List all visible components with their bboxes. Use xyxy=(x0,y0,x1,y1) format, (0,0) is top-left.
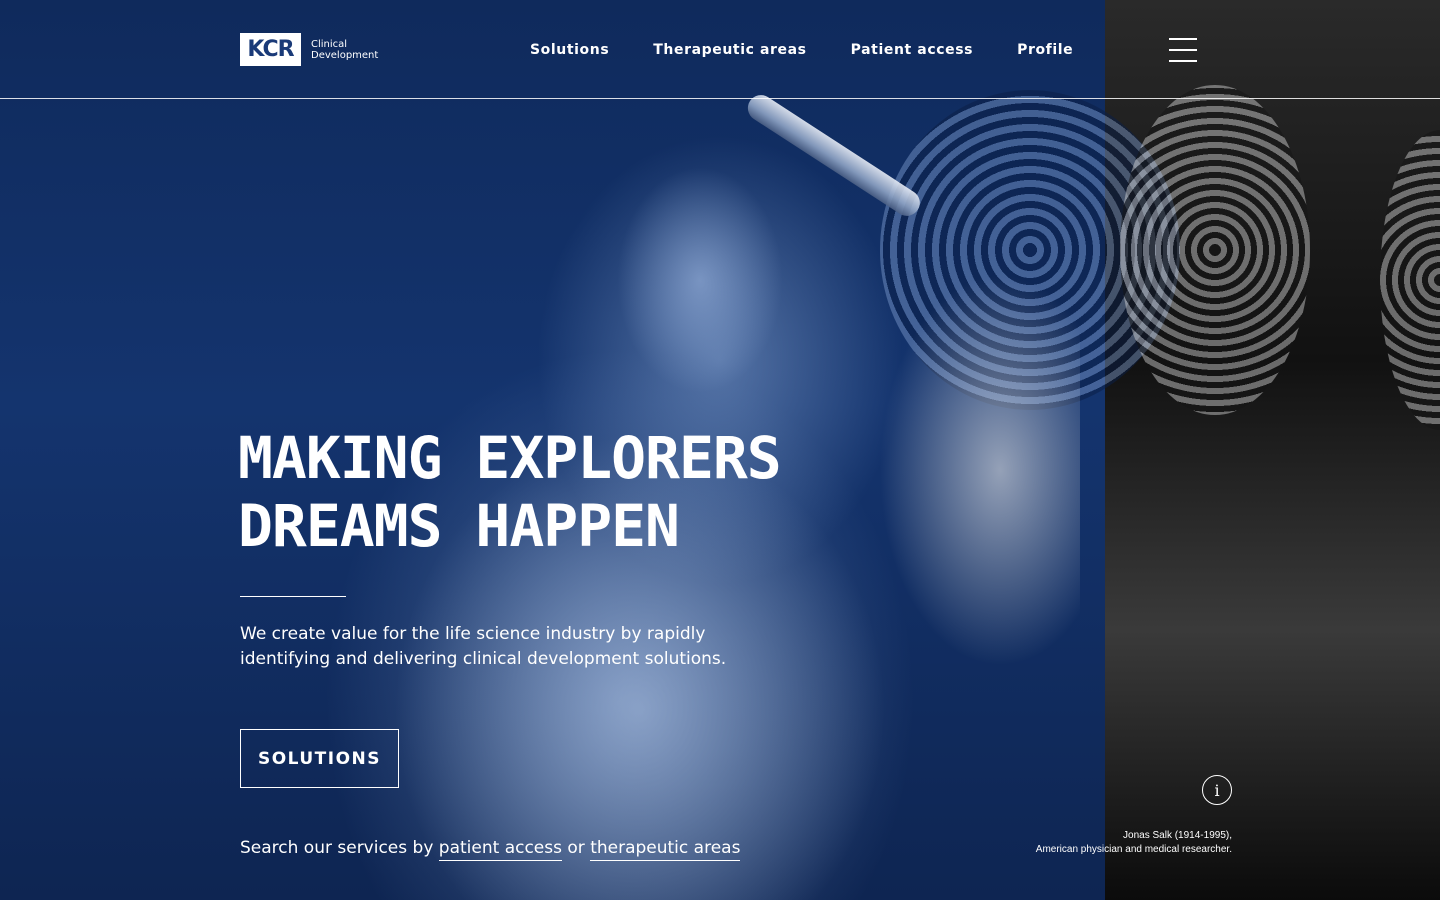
nav-item-therapeutic-areas[interactable]: Therapeutic areas xyxy=(653,42,806,58)
hamburger-bar xyxy=(1169,49,1197,51)
logo-tagline-line1: Clinical xyxy=(311,38,348,50)
solutions-button[interactable]: SOLUTIONS xyxy=(240,729,399,788)
patient-access-link[interactable]: patient access xyxy=(438,838,562,861)
hero-headline: MAKING EXPLORERS DREAMS HAPPEN xyxy=(238,424,878,560)
hamburger-menu-icon[interactable] xyxy=(1169,38,1197,62)
logo-tagline-line2: Development xyxy=(311,49,379,61)
hero-lead-text: We create value for the life science ind… xyxy=(240,622,740,672)
logo-link[interactable]: KCR Clinical Development xyxy=(240,33,378,66)
lab-equipment-disc xyxy=(1120,85,1310,415)
hamburger-bar xyxy=(1169,38,1197,40)
hero-headline-line1: MAKING EXPLORERS xyxy=(238,424,782,492)
search-services-text: Search our services by patient access or… xyxy=(240,838,741,861)
site-header: KCR Clinical Development Solutions Thera… xyxy=(0,0,1440,98)
logo-tagline: Clinical Development xyxy=(311,39,378,61)
hamburger-bar xyxy=(1169,60,1197,62)
search-or: or xyxy=(567,838,585,858)
hero-lead-line2: identifying and delivering clinical deve… xyxy=(240,649,727,669)
photo-caption: Jonas Salk (1914-1995), American physici… xyxy=(1036,829,1232,857)
search-prefix: Search our services by xyxy=(240,838,434,858)
therapeutic-areas-link[interactable]: therapeutic areas xyxy=(590,838,741,861)
nav-item-solutions[interactable]: Solutions xyxy=(530,42,609,58)
hero-lead-line1: We create value for the life science ind… xyxy=(240,624,706,644)
hero-headline-line2: DREAMS HAPPEN xyxy=(238,492,680,560)
photo-caption-line2: American physician and medical researche… xyxy=(1035,844,1232,855)
main-nav: Solutions Therapeutic areas Patient acce… xyxy=(530,42,1117,58)
info-icon[interactable]: i xyxy=(1202,775,1232,805)
logo-mark: KCR xyxy=(240,33,301,66)
nav-item-patient-access[interactable]: Patient access xyxy=(851,42,973,58)
header-divider xyxy=(0,98,1440,99)
nav-item-profile[interactable]: Profile xyxy=(1017,42,1073,58)
headline-underline xyxy=(240,596,346,597)
photo-caption-line1: Jonas Salk (1914-1995), xyxy=(1123,830,1232,841)
